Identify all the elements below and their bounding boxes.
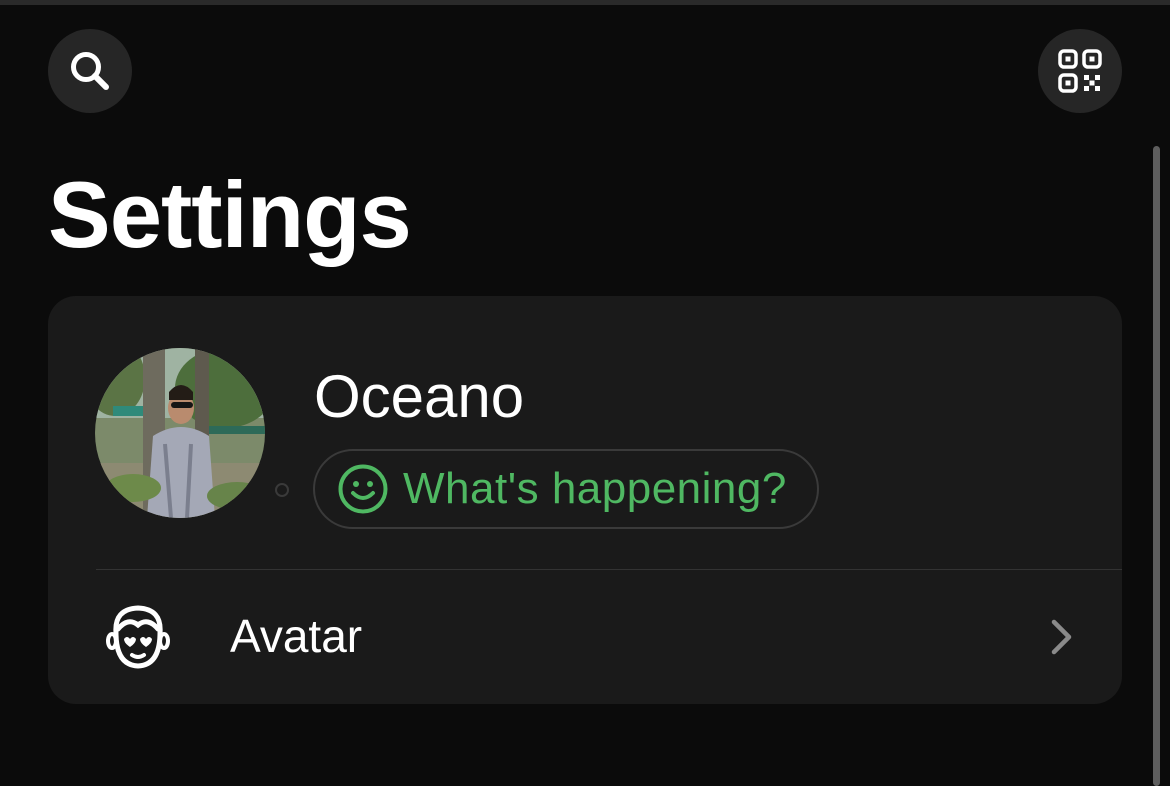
profile-name[interactable]: Oceano [314, 362, 524, 432]
qr-code-button[interactable] [1038, 29, 1122, 113]
search-icon [71, 52, 109, 90]
menu-item-avatar[interactable]: Avatar [48, 570, 1122, 704]
chevron-right-icon [1051, 619, 1072, 655]
thought-bubble-dot [275, 483, 289, 497]
profile-photo[interactable] [95, 348, 265, 518]
smiley-icon [338, 464, 388, 514]
search-button[interactable] [48, 29, 132, 113]
scrollbar[interactable] [1153, 146, 1160, 786]
profile-photo-image [95, 348, 265, 518]
qr-code-icon [1058, 49, 1102, 93]
top-edge [0, 0, 1170, 5]
page-title: Settings [48, 162, 412, 267]
status-placeholder: What's happening? [403, 464, 787, 513]
avatar-face-icon [106, 605, 170, 669]
menu-item-label: Avatar [230, 610, 363, 662]
status-button[interactable]: What's happening? [313, 449, 819, 529]
profile-card: Oceano What's happening? Avatar [48, 296, 1122, 704]
